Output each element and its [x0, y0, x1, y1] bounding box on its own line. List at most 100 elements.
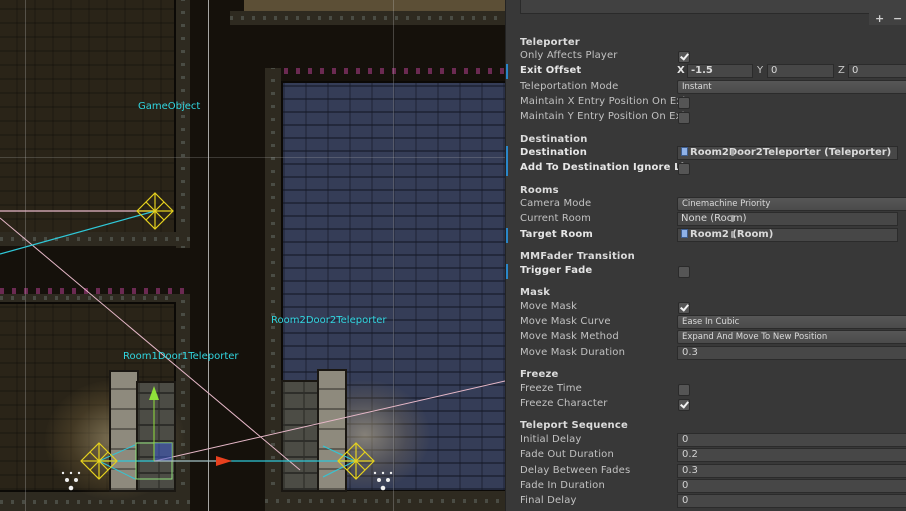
- label: Destination: [520, 147, 587, 158]
- maintain-x-checkbox[interactable]: [678, 97, 690, 109]
- add-to-ignore-checkbox[interactable]: [678, 163, 690, 175]
- override-marker: [506, 146, 508, 161]
- label: Freeze Time: [520, 383, 582, 394]
- move-mask-duration-field[interactable]: 0.3: [677, 346, 906, 360]
- row-final-delay: Final Delay 0: [506, 494, 906, 509]
- row-freeze-time: Freeze Time: [506, 382, 906, 397]
- camera-mode-dropdown[interactable]: Cinemachine Priority: [677, 197, 906, 211]
- delay-between-fades-field[interactable]: 0.3: [677, 464, 906, 478]
- gizmo-line-cyan: [98, 444, 136, 462]
- handle-y-arrow: [149, 386, 159, 400]
- gizmo-overlay: [0, 192, 505, 491]
- move-mask-curve-dropdown[interactable]: Ease In Cubic: [677, 315, 906, 329]
- override-marker: [506, 228, 508, 243]
- gizmo-line-cyan: [98, 460, 136, 480]
- move-mask-checkbox[interactable]: [678, 302, 690, 314]
- label: Teleportation Mode: [520, 81, 619, 92]
- label: Freeze Character: [520, 398, 608, 409]
- label: Maintain Y Entry Position On Exit: [520, 111, 689, 122]
- section-header-teleport-sequence: Teleport Sequence: [520, 420, 628, 431]
- row-exit-offset: Exit Offset X -1.5 Y 0 Z 0: [506, 64, 906, 79]
- section-header-destination: Destination: [520, 134, 588, 145]
- label: Trigger Fade: [520, 265, 593, 276]
- exit-offset-z-field[interactable]: 0: [848, 64, 906, 78]
- row-freeze-character: Freeze Character: [506, 397, 906, 412]
- gizmo-line-pink: [0, 217, 301, 471]
- row-current-room: Current Room None (Room): [506, 212, 906, 227]
- section-header-mmfader: MMFader Transition: [520, 251, 635, 262]
- freeze-time-checkbox[interactable]: [678, 384, 690, 396]
- fade-in-duration-field[interactable]: 0: [677, 479, 906, 493]
- label: Initial Delay: [520, 434, 582, 445]
- inspector-panel: + − Teleporter Only Affects Player Exit …: [505, 0, 906, 511]
- teleporter-gizmo-gameobject: [136, 192, 174, 230]
- only-affects-player-checkbox[interactable]: [678, 51, 690, 63]
- label: Move Mask Duration: [520, 347, 626, 358]
- label: Current Room: [520, 213, 592, 224]
- row-target-room: Target Room Room2 (Room): [506, 228, 906, 243]
- current-room-object-field[interactable]: None (Room): [677, 212, 898, 226]
- label: Target Room: [520, 229, 593, 240]
- label: Move Mask Curve: [520, 316, 611, 327]
- row-add-to-ignore: Add To Destination Ignore Li: [506, 161, 906, 176]
- maintain-y-checkbox[interactable]: [678, 112, 690, 124]
- row-trigger-fade: Trigger Fade: [506, 264, 906, 279]
- move-tool-handle[interactable]: [135, 386, 232, 480]
- label: Move Mask: [520, 301, 578, 312]
- override-marker: [506, 161, 508, 176]
- label: Final Delay: [520, 495, 577, 506]
- label: Camera Mode: [520, 198, 592, 209]
- section-header-teleporter: Teleporter: [520, 37, 580, 48]
- scene-label-room2-door2-teleporter[interactable]: Room2Door2Teleporter: [271, 315, 387, 326]
- list-footer: + −: [869, 12, 906, 25]
- fade-out-duration-field[interactable]: 0.2: [677, 448, 906, 462]
- freeze-character-checkbox[interactable]: [678, 399, 690, 411]
- light-icon: [373, 471, 393, 491]
- move-mask-method-dropdown[interactable]: Expand And Move To New Position: [677, 330, 906, 344]
- object-picker-icon[interactable]: [731, 215, 734, 222]
- row-only-affects-player: Only Affects Player: [506, 49, 906, 64]
- destination-object-field[interactable]: Room2Door2Teleporter (Teleporter): [677, 146, 898, 160]
- row-maintain-x: Maintain X Entry Position On Exit: [506, 95, 906, 110]
- row-destination: Destination Room2Door2Teleporter (Telepo…: [506, 146, 906, 161]
- gizmo-line-cyan: [322, 460, 356, 478]
- override-marker: [506, 64, 508, 79]
- reorderable-list: [520, 0, 906, 14]
- override-marker: [506, 264, 508, 279]
- list-remove-button[interactable]: −: [893, 12, 902, 25]
- label: Fade In Duration: [520, 480, 605, 491]
- row-move-mask-curve: Move Mask Curve Ease In Cubic: [506, 315, 906, 330]
- section-header-freeze: Freeze: [520, 369, 559, 380]
- scene-label-gameobject[interactable]: GameObject: [138, 101, 200, 112]
- target-room-object-field[interactable]: Room2 (Room): [677, 228, 898, 242]
- row-fade-in-duration: Fade In Duration 0: [506, 479, 906, 494]
- section-header-rooms: Rooms: [520, 185, 559, 196]
- row-move-mask: Move Mask: [506, 300, 906, 315]
- row-camera-mode: Camera Mode Cinemachine Priority: [506, 197, 906, 212]
- initial-delay-field[interactable]: 0: [677, 433, 906, 447]
- destination-value: Room2Door2Teleporter (Teleporter): [690, 147, 892, 158]
- row-move-mask-duration: Move Mask Duration 0.3: [506, 346, 906, 361]
- label: Move Mask Method: [520, 331, 619, 342]
- x-label: X: [677, 65, 685, 76]
- row-move-mask-method: Move Mask Method Expand And Move To New …: [506, 330, 906, 345]
- script-icon: [681, 229, 688, 238]
- exit-offset-y-field[interactable]: 0: [767, 64, 834, 78]
- script-icon: [681, 147, 688, 156]
- scene-label-room1-door1-teleporter[interactable]: Room1Door1Teleporter: [123, 351, 239, 362]
- teleportation-mode-dropdown[interactable]: Instant: [677, 80, 906, 94]
- list-add-button[interactable]: +: [875, 12, 884, 25]
- object-picker-icon[interactable]: [731, 149, 734, 156]
- row-fade-out-duration: Fade Out Duration 0.2: [506, 448, 906, 463]
- handle-x-arrow: [216, 456, 232, 466]
- teleporter-gizmo-room2: [337, 442, 375, 480]
- exit-offset-x-field[interactable]: -1.5: [687, 64, 753, 78]
- y-label: Y: [757, 65, 764, 76]
- final-delay-field[interactable]: 0: [677, 494, 906, 508]
- teleporter-gizmo-room1: [80, 442, 118, 480]
- z-label: Z: [838, 65, 845, 76]
- row-maintain-y: Maintain Y Entry Position On Exit: [506, 110, 906, 125]
- scene-view[interactable]: GameObject Room2Door2Teleporter Room1Doo…: [0, 0, 505, 511]
- trigger-fade-checkbox[interactable]: [678, 266, 690, 278]
- object-picker-icon[interactable]: [731, 231, 734, 238]
